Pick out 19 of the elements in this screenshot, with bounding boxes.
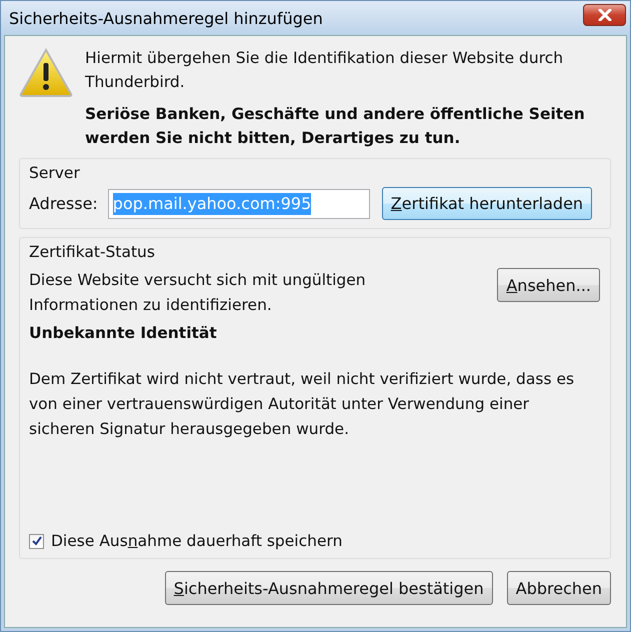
warning-icon — [19, 48, 73, 98]
dialog-button[interactable]: Abbrechen — [506, 571, 611, 605]
status-details: Dem Zertifikat wird nicht vertraut, weil nicht verifiziert wurde, dass es von einer vertrauenswürdigen Autorität unter Verwendung einer sicheren Signatur herausgegeben wurde. — [29, 369, 576, 440]
status-heading: Unbekannte Identität — [29, 324, 218, 342]
permanent-checkbox[interactable] — [29, 534, 44, 548]
warning-text: Seriöse Banken, Geschäfte und andere öffentliche Seiten werden Sie nicht bitten, Derartiges zu tun. — [85, 104, 586, 149]
checkmark-icon — [32, 536, 42, 546]
window-title: Sicherheits-Ausnahmeregel hinzufügen — [9, 8, 323, 28]
group-legend: Zertifikat-Status — [29, 242, 155, 262]
download-certificate-button[interactable]: Zertifikat herunterladen — [382, 187, 592, 220]
close-button[interactable] — [583, 4, 626, 26]
close-icon — [598, 9, 612, 21]
checkbox-label: Diese Ausnahme dauerhaft speichern — [51, 532, 342, 550]
intro-text: Hiermit übergehen Sie die Identifikation dieser Website durch Thunderbird. — [85, 48, 564, 93]
group-legend: Server — [29, 163, 80, 183]
status-text: Diese Website versucht sich mit ungültigen Informationen zu identifizieren. — [29, 270, 367, 316]
address-label: Adresse: — [29, 194, 98, 213]
view-button[interactable]: Ansehen... — [497, 268, 600, 302]
dialog-button[interactable]: Sicherheits-Ausnahmeregel bestätigen — [164, 571, 493, 605]
